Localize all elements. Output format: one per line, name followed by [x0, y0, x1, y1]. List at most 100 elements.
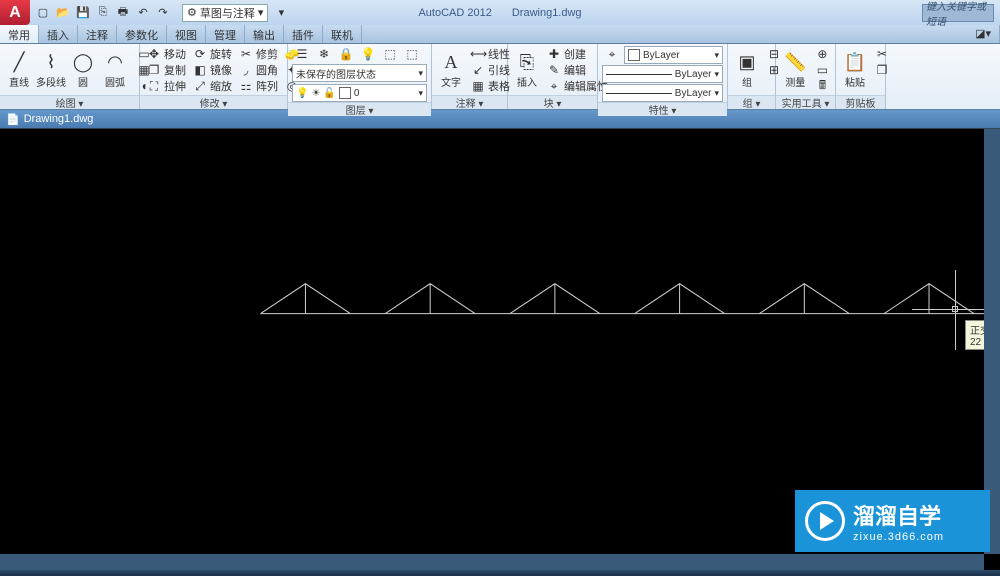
- help-search-input[interactable]: 键入关键字或短语: [922, 4, 994, 22]
- scale-button[interactable]: ⤢缩放: [190, 78, 234, 94]
- create-icon: ✚: [546, 47, 562, 61]
- panel-util-title[interactable]: 实用工具 ▾: [776, 95, 835, 109]
- array-icon: ⚏: [238, 79, 254, 93]
- status-strip: [0, 570, 1000, 576]
- array-button[interactable]: ⚏阵列: [236, 78, 280, 94]
- layer-props-button[interactable]: ☰: [292, 46, 312, 62]
- tab-plugins[interactable]: 插件: [284, 25, 323, 43]
- open-icon[interactable]: 📂: [54, 4, 72, 22]
- tab-parametric[interactable]: 参数化: [117, 25, 167, 43]
- measure-button[interactable]: 📏测量: [780, 46, 810, 94]
- text-button[interactable]: A文字: [436, 46, 466, 94]
- horizontal-scrollbar[interactable]: [0, 554, 984, 570]
- chevron-down-icon: ▾: [258, 6, 264, 19]
- undo-icon[interactable]: ↶: [134, 4, 152, 22]
- color-swatch: [339, 87, 351, 99]
- layer-state-dropdown[interactable]: 未保存的图层状态▾: [292, 64, 427, 82]
- panel-annot-title[interactable]: 注释 ▾: [432, 95, 507, 109]
- panel-block-title[interactable]: 块 ▾: [508, 95, 597, 109]
- panel-layer-title[interactable]: 图层 ▾: [288, 102, 431, 116]
- table-button[interactable]: ▦表格: [468, 78, 512, 94]
- panel-annotation: A文字 ⟷线性 ↙引线 ▦表格 注释 ▾: [432, 44, 508, 109]
- copy-button[interactable]: ❐复制: [144, 62, 188, 78]
- panel-group-title[interactable]: 组 ▾: [728, 95, 775, 109]
- workspace-label: 草图与注释: [200, 5, 255, 21]
- color-dropdown[interactable]: ByLayer▾: [624, 46, 723, 64]
- line-button[interactable]: ╱直线: [4, 46, 34, 94]
- insert-block-button[interactable]: ⎘插入: [512, 46, 542, 94]
- print-icon[interactable]: 🖶: [114, 4, 132, 22]
- play-icon: [805, 501, 845, 541]
- chevron-down-icon: ▾: [418, 68, 423, 79]
- panel-draw: ╱直线 ⌇多段线 ◯圆 ◠圆弧 ▭ ▦ ◖ 绘图 ▾: [0, 44, 140, 109]
- tab-view[interactable]: 视图: [167, 25, 206, 43]
- mirror-button[interactable]: ◧镜像: [190, 62, 234, 78]
- arc-button[interactable]: ◠圆弧: [100, 46, 130, 94]
- layer-current-dropdown[interactable]: 💡☀🔓0▾: [292, 84, 427, 102]
- layer-btn5[interactable]: ⬚: [380, 46, 400, 62]
- layer-btn6[interactable]: ⬚: [402, 46, 422, 62]
- cut-icon: ✂: [874, 47, 890, 61]
- group-icon: ▣: [738, 52, 755, 73]
- match-props-button[interactable]: ⌖: [602, 46, 622, 62]
- util-btn3[interactable]: 🖩: [812, 78, 832, 94]
- move-button[interactable]: ✥移动: [144, 46, 188, 62]
- search-placeholder: 键入关键字或短语: [926, 0, 990, 28]
- watermark: 溜溜自学 zixue.3d66.com: [795, 490, 990, 552]
- bulb-icon: 💡: [296, 88, 308, 99]
- layer-btn2[interactable]: ❄: [314, 46, 334, 62]
- panel-clip-title[interactable]: 剪贴板: [836, 95, 885, 109]
- leader-button[interactable]: ↙引线: [468, 62, 512, 78]
- circle-button[interactable]: ◯圆: [68, 46, 98, 94]
- redo-icon[interactable]: ↷: [154, 4, 172, 22]
- qat-dropdown-icon[interactable]: ▾: [272, 4, 290, 22]
- tab-annotate[interactable]: 注释: [78, 25, 117, 43]
- attr-icon: ⌖: [546, 79, 562, 94]
- layer-btn3[interactable]: 🔒: [336, 46, 356, 62]
- new-icon[interactable]: ▢: [34, 4, 52, 22]
- copy-clip-button[interactable]: ❐: [872, 62, 892, 78]
- lineweight-dropdown[interactable]: ByLayer▾: [602, 65, 723, 83]
- layer-btn4[interactable]: 💡: [358, 46, 378, 62]
- fillet-button[interactable]: ◞圆角: [236, 62, 280, 78]
- save-icon[interactable]: 💾: [74, 4, 92, 22]
- stretch-button[interactable]: ⛶拉伸: [144, 78, 188, 94]
- dim-linear-button[interactable]: ⟷线性: [468, 46, 512, 62]
- trim-button[interactable]: ✂修剪: [236, 46, 280, 62]
- paste-icon: 📋: [844, 52, 866, 73]
- paste-button[interactable]: 📋粘贴: [840, 46, 870, 94]
- util-btn1[interactable]: ⊕: [812, 46, 832, 62]
- cut-button[interactable]: ✂: [872, 46, 892, 62]
- panel-modify-title[interactable]: 修改 ▾: [140, 95, 287, 109]
- ribbon-tabs: 常用 插入 注释 参数化 视图 管理 输出 插件 联机 ◪▾: [0, 25, 1000, 44]
- gear-icon: ⚙: [187, 6, 197, 19]
- rotate-button[interactable]: ⟳旋转: [190, 46, 234, 62]
- mirror-icon: ◧: [192, 63, 208, 77]
- arc-icon: ◠: [107, 52, 123, 73]
- quick-access-toolbar: ▢ 📂 💾 ⎘ 🖶 ↶ ↷: [34, 4, 172, 22]
- file-icon: 📄: [6, 113, 20, 126]
- saveas-icon[interactable]: ⎘: [94, 4, 112, 22]
- panel-draw-title[interactable]: 绘图 ▾: [0, 95, 139, 109]
- tab-insert[interactable]: 插入: [39, 25, 78, 43]
- workspace-selector[interactable]: ⚙ 草图与注释 ▾: [182, 4, 268, 22]
- table-icon: ▦: [470, 79, 486, 93]
- document-tab[interactable]: 📄 Drawing1.dwg: [0, 110, 1000, 129]
- tab-home[interactable]: 常用: [0, 25, 39, 43]
- copy-icon: ❐: [146, 63, 162, 77]
- tab-manage[interactable]: 管理: [206, 25, 245, 43]
- tab-expand-icon[interactable]: ◪▾: [967, 25, 1000, 43]
- tab-online[interactable]: 联机: [323, 25, 362, 43]
- polyline-icon: ⌇: [47, 52, 56, 73]
- tab-output[interactable]: 输出: [245, 25, 284, 43]
- move-icon: ✥: [146, 47, 162, 61]
- polyline-button[interactable]: ⌇多段线: [36, 46, 66, 94]
- insert-icon: ⎘: [520, 52, 534, 73]
- title-center: AutoCAD 2012 Drawing1.dwg: [418, 7, 581, 19]
- panel-prop-title[interactable]: 特性 ▾: [598, 102, 727, 116]
- rotate-icon: ⟳: [192, 47, 208, 61]
- linetype-dropdown[interactable]: ByLayer▾: [602, 84, 723, 102]
- panel-clipboard: 📋粘贴 ✂ ❐ 剪贴板: [836, 44, 886, 109]
- group-button[interactable]: ▣组: [732, 46, 762, 94]
- app-menu-icon[interactable]: A: [0, 0, 30, 25]
